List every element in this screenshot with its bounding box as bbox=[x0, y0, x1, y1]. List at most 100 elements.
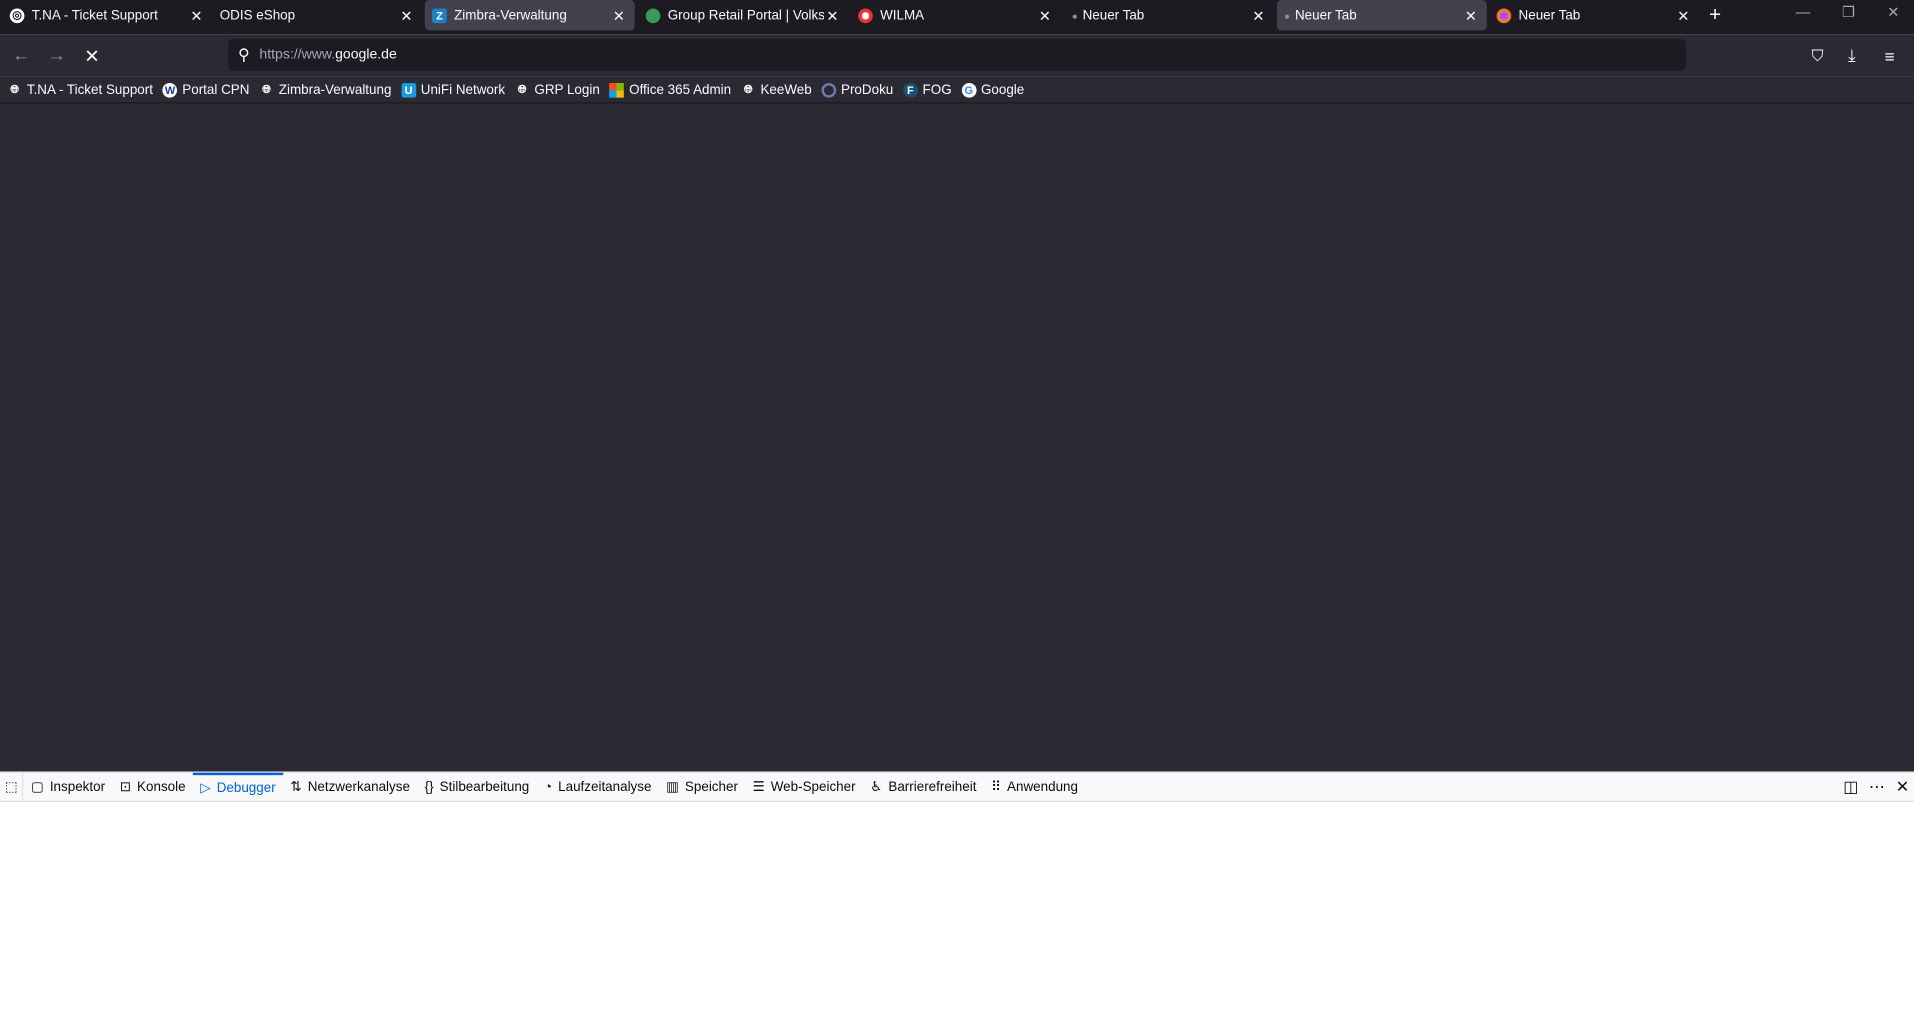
tab-group-retail[interactable]: Group Retail Portal | Volkswagen✕ bbox=[638, 0, 848, 31]
devtools-tab-laufzeitanalyse[interactable]: ◔ Laufzeitanalyse bbox=[537, 772, 659, 801]
close-tab-icon[interactable]: ✕ bbox=[824, 7, 841, 24]
forward-button[interactable]: → bbox=[48, 45, 66, 66]
close-tab-icon[interactable]: ✕ bbox=[1675, 7, 1692, 24]
element-picker-button[interactable]: ⬚ bbox=[0, 772, 24, 802]
tab-title: Neuer Tab bbox=[1518, 7, 1581, 23]
firefox-icon bbox=[1496, 7, 1512, 23]
pocket-icon[interactable]: ⛉ bbox=[1812, 46, 1824, 66]
devtools-tab-netzwerkanalyse[interactable]: ⇅ Netzwerkanalyse bbox=[283, 772, 417, 801]
back-button[interactable]: ← bbox=[12, 45, 30, 66]
bookmark-label: UniFi Network bbox=[420, 82, 506, 98]
minimize-button[interactable]: — bbox=[1796, 4, 1811, 21]
tab-neuer-tab-active[interactable]: ● Neuer Tab ✕ bbox=[1276, 0, 1487, 31]
prodoku-icon bbox=[821, 82, 837, 98]
more-options-icon[interactable]: ⋯ bbox=[1869, 778, 1885, 798]
tab-title: Group Retail Portal | Volkswagen bbox=[667, 7, 824, 23]
close-tab-icon[interactable]: ✕ bbox=[610, 7, 627, 24]
tab-title: Zimbra-Verwaltung bbox=[454, 7, 567, 23]
globe-icon: 🌐︎ bbox=[262, 83, 271, 96]
microsoft-icon bbox=[609, 82, 625, 98]
url-bar[interactable]: ⚲ https://www. google.de bbox=[228, 39, 1686, 71]
devtools-tab-debugger[interactable]: ▷ Debugger bbox=[192, 772, 284, 801]
close-tab-icon[interactable]: ✕ bbox=[398, 7, 415, 24]
tab-bar: ◎ T.NA - Ticket Support ✕ ODIS eShop ✕ Z Zim… bbox=[0, 0, 1914, 35]
storage-icon: ☰ bbox=[752, 780, 765, 795]
devtools-toolbar: ⬚ ▢ Inspektor ⊡ Konsole ▷ Debugger ⇅ Netzwer… bbox=[0, 771, 1914, 802]
tab-neuer-tab[interactable]: ● Neuer Tab ✕ bbox=[1064, 0, 1274, 31]
tab-title: T.NA - Ticket Support bbox=[31, 7, 158, 23]
close-tab-icon[interactable]: ✕ bbox=[188, 7, 205, 24]
restore-button[interactable]: ❐ bbox=[1842, 4, 1855, 21]
tab-neuer-tab-firefox[interactable]: Neuer Tab ✕ bbox=[1489, 0, 1699, 31]
devtools-tab-barrierefreiheit[interactable]: ♿︎ Barrierefreiheit bbox=[863, 772, 984, 801]
tab-title: WILMA bbox=[880, 7, 925, 23]
close-tab-icon[interactable]: ✕ bbox=[1250, 7, 1267, 24]
devtools-tab-konsole[interactable]: ⊡ Konsole bbox=[112, 772, 193, 801]
bookmark-prodoku[interactable]: ProDoku bbox=[821, 82, 893, 98]
tab-zimbra[interactable]: Z Zimbra-Verwaltung ✕ bbox=[424, 0, 635, 31]
bookmark-grp-login[interactable]: 🌐︎ GRP Login bbox=[515, 82, 600, 97]
dot-icon: ● bbox=[1071, 10, 1078, 22]
pick-icon: ⬚ bbox=[4, 780, 18, 795]
bookmarks-toolbar: 🌐︎ T.NA - Ticket Support W Portal CPN 🌐︎ Zi… bbox=[0, 76, 1914, 104]
close-tab-icon[interactable]: ✕ bbox=[1036, 7, 1053, 24]
application-icon: ⠿ bbox=[991, 780, 1001, 795]
tab-label: Konsole bbox=[137, 779, 186, 795]
network-icon: ⇅ bbox=[290, 780, 302, 795]
close-devtools-icon[interactable]: ✕ bbox=[1896, 778, 1909, 798]
tab-label: Speicher bbox=[684, 779, 738, 795]
close-tab-icon[interactable]: ✕ bbox=[1462, 7, 1479, 24]
tab-title: ODIS eShop bbox=[219, 7, 296, 23]
tab-wilma[interactable]: WILMA ✕ bbox=[851, 0, 1061, 31]
bookmark-office365[interactable]: Office 365 Admin bbox=[609, 82, 732, 98]
bookmark-tna[interactable]: 🌐︎ T.NA - Ticket Support bbox=[7, 82, 153, 97]
tab-label: Anwendung bbox=[1007, 779, 1078, 795]
nav-bar: ← → ✕ ⚲ https://www. google.de ⛉ ⤓ ≡ bbox=[0, 34, 1914, 77]
zimbra-icon: Z bbox=[432, 7, 447, 23]
bookmark-label: T.NA - Ticket Support bbox=[26, 82, 153, 98]
devtools-tab-anwendung[interactable]: ⠿ Anwendung bbox=[984, 772, 1086, 801]
menu-icon[interactable]: ≡ bbox=[1885, 46, 1895, 66]
tab-title: Neuer Tab bbox=[1082, 7, 1145, 23]
bookmark-label: Google bbox=[980, 82, 1025, 98]
bookmark-label: Office 365 Admin bbox=[629, 82, 732, 98]
globe-icon: 🌐︎ bbox=[743, 83, 753, 96]
unifi-icon: U bbox=[401, 82, 416, 98]
tab-label: Netzwerkanalyse bbox=[307, 779, 410, 795]
vw-icon: W bbox=[162, 82, 178, 98]
stop-button[interactable]: ✕ bbox=[84, 45, 99, 67]
bookmark-keeweb[interactable]: 🌐︎ KeeWeb bbox=[741, 82, 812, 97]
fog-icon: F bbox=[903, 82, 918, 98]
search-icon: ⚲ bbox=[238, 45, 250, 64]
tab-label: Inspektor bbox=[49, 779, 106, 795]
new-tab-button[interactable]: + bbox=[1709, 2, 1721, 26]
lifebuoy-icon: ◎ bbox=[9, 7, 25, 23]
tab-label: Laufzeitanalyse bbox=[558, 779, 652, 795]
braces-icon: {} bbox=[424, 779, 434, 795]
devtools-tab-inspektor[interactable]: ▢ Inspektor bbox=[24, 772, 113, 801]
devtools-tab-speicher[interactable]: ▥ Speicher bbox=[659, 772, 745, 801]
bookmark-fog[interactable]: F FOG bbox=[903, 82, 952, 98]
close-window-button[interactable]: ✕ bbox=[1887, 4, 1899, 21]
bookmark-label: Portal CPN bbox=[182, 82, 250, 98]
bookmark-label: GRP Login bbox=[534, 82, 600, 98]
globe-icon bbox=[645, 7, 661, 23]
devtools-tab-web-speicher[interactable]: ☰ Web-Speicher bbox=[745, 772, 863, 801]
bookmark-portal-cpn[interactable]: W Portal CPN bbox=[162, 82, 250, 98]
bookmark-google[interactable]: G Google bbox=[961, 82, 1025, 98]
devtools-tab-stilbearbeitung[interactable]: {} Stilbearbeitung bbox=[417, 772, 536, 801]
bookmark-zimbra[interactable]: 🌐︎ Zimbra-Verwaltung bbox=[259, 82, 391, 97]
url-prefix: https://www. bbox=[259, 47, 336, 63]
dock-side-icon[interactable]: ◫ bbox=[1843, 778, 1858, 798]
tab-odis[interactable]: ODIS eShop ✕ bbox=[212, 0, 422, 31]
bookmark-unifi[interactable]: U UniFi Network bbox=[401, 82, 506, 98]
inspector-icon: ▢ bbox=[31, 780, 44, 795]
tab-label: Debugger bbox=[216, 780, 276, 796]
console-icon: ⊡ bbox=[119, 780, 131, 795]
bookmark-label: FOG bbox=[922, 82, 952, 98]
globe-icon: 🌐︎ bbox=[517, 83, 527, 96]
tab-tna[interactable]: ◎ T.NA - Ticket Support ✕ bbox=[2, 0, 212, 31]
tab-title: Neuer Tab bbox=[1294, 7, 1357, 23]
download-icon[interactable]: ⤓ bbox=[1848, 45, 1856, 66]
tab-label: Barrierefreiheit bbox=[888, 779, 977, 795]
